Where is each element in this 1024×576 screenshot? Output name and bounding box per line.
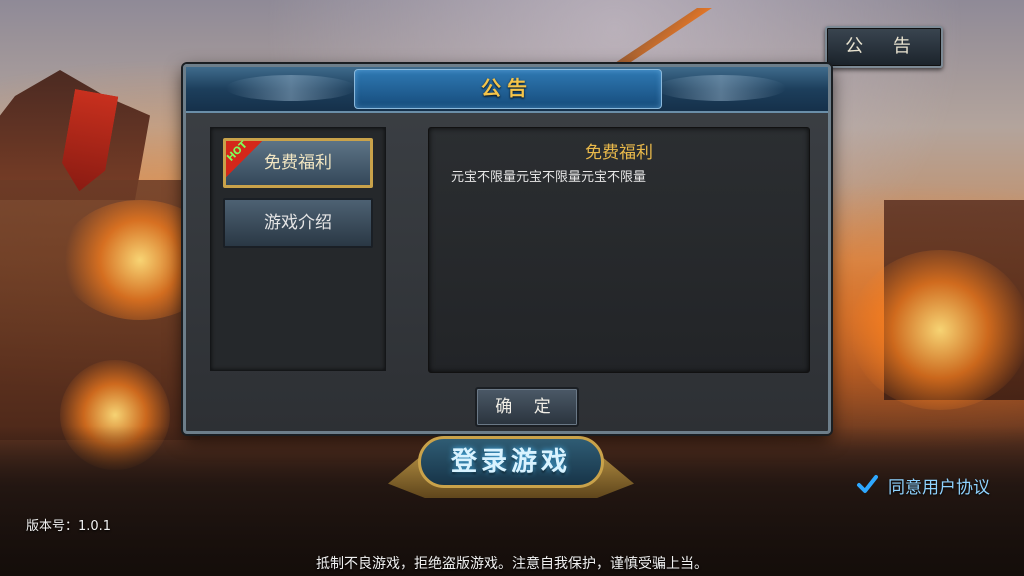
- background-fire: [850, 250, 1024, 410]
- notice-button[interactable]: 公 告: [825, 26, 943, 68]
- agreement-label: 同意用户协议: [888, 477, 990, 498]
- version-label: 版本号：1.0.1: [26, 519, 112, 534]
- confirm-button[interactable]: 确 定: [475, 387, 579, 427]
- agreement-toggle[interactable]: 同意用户协议: [856, 472, 990, 498]
- dialog-header: 公告: [186, 67, 828, 113]
- header-ornament-left: [226, 75, 356, 101]
- tab-label: 免费福利: [264, 153, 332, 173]
- header-ornament-right: [656, 75, 786, 101]
- tab-free-benefits[interactable]: HOT 免费福利: [223, 138, 373, 188]
- background-fire-comet: [612, 8, 712, 68]
- notice-dialog: 公告 HOT 免费福利 游戏介绍 免费福利 元宝不限量元宝不限量元宝不限量 确 …: [183, 64, 831, 434]
- dialog-title: 公告: [481, 76, 533, 100]
- tab-list: HOT 免费福利 游戏介绍: [210, 127, 386, 371]
- login-game-button[interactable]: 登录游戏: [418, 436, 604, 488]
- content-title: 免费福利: [585, 143, 653, 163]
- login-button-frame: 登录游戏: [388, 430, 634, 508]
- tab-game-intro[interactable]: 游戏介绍: [223, 198, 373, 248]
- tab-label: 游戏介绍: [264, 213, 332, 233]
- content-panel: 免费福利 元宝不限量元宝不限量元宝不限量: [428, 127, 810, 373]
- content-body: 元宝不限量元宝不限量元宝不限量: [451, 170, 647, 185]
- health-warning: 抵制不良游戏，拒绝盗版游戏。注意自我保护，谨慎受骗上当。: [316, 556, 708, 572]
- checkmark-icon[interactable]: [856, 474, 878, 496]
